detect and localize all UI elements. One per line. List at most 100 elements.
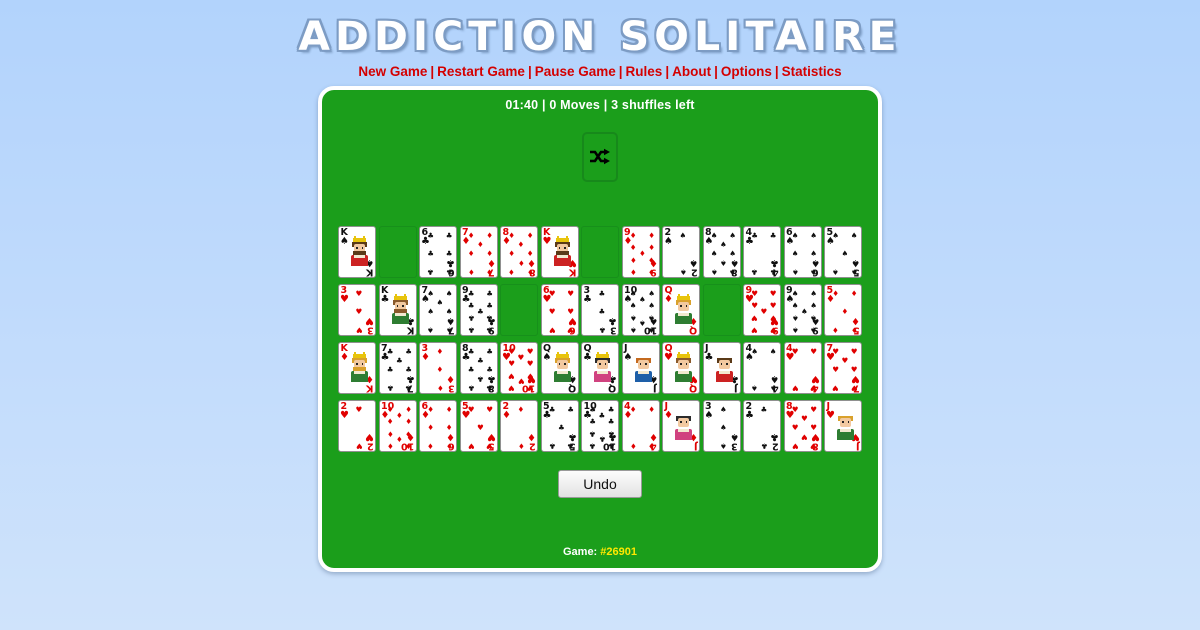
card-cell: 10 ♠ 10 ♠ ♠ ♠ ♠ ♠ ♠ ♠ ♠ ♠ ♠ ♠ xyxy=(621,284,663,342)
undo-button[interactable]: Undo xyxy=(558,470,642,498)
menu-statistics[interactable]: Statistics xyxy=(782,64,842,79)
playing-card[interactable]: 3 ♣ 3 ♣ ♣ ♣ ♣ xyxy=(581,284,619,336)
playing-card[interactable]: 4 ♦ 4 ♦ ♦ ♦ ♦ ♦ xyxy=(621,400,660,452)
card-pip: ♣ xyxy=(548,404,556,414)
menu-pause-game[interactable]: Pause Game xyxy=(535,64,616,79)
playing-card[interactable]: 3 ♦ 3 ♦ ♦ ♦ ♦ xyxy=(419,342,457,394)
card-pip: ♣ xyxy=(467,325,475,335)
face-eyes xyxy=(558,363,566,365)
playing-card[interactable]: Q ♦ Q ♦ xyxy=(662,284,700,336)
shuffle-button[interactable] xyxy=(582,132,618,182)
playing-card[interactable]: 2 ♠ 2 ♠ ♠ ♠ xyxy=(662,226,700,278)
playing-card[interactable]: J ♦ J ♦ xyxy=(662,400,700,452)
menu-options[interactable]: Options xyxy=(721,64,772,79)
card-pip: ♠ xyxy=(720,240,727,250)
playing-card[interactable]: J ♠ J ♠ xyxy=(621,342,660,394)
card-pip: ♣ xyxy=(751,267,758,277)
playing-card[interactable]: 9 ♦ 9 ♦ ♦ ♦ ♦ ♦ ♦ ♦ ♦ ♦ ♦ xyxy=(621,226,660,278)
card-pip: ♦ xyxy=(629,230,637,240)
card-pip: ♦ xyxy=(467,248,475,258)
playing-card[interactable]: J ♥ J ♥ xyxy=(824,400,862,452)
playing-card[interactable]: K ♣ K ♣ xyxy=(378,284,417,336)
playing-card[interactable]: 3 ♥ 3 ♥ ♥ ♥ ♥ xyxy=(338,284,376,336)
playing-card[interactable]: 8 ♦ 8 ♦ ♦ ♦ ♦ ♦ ♦ ♦ ♦ ♦ xyxy=(500,226,538,278)
card-pip: ♠ xyxy=(751,383,758,393)
card-pip: ♣ xyxy=(607,429,615,439)
card-pip: ♥ xyxy=(526,371,534,381)
card-pips: ♠ ♠ ♠ ♠ ♠ xyxy=(832,230,857,276)
playing-card[interactable]: 4 ♣ 4 ♣ ♣ ♣ ♣ ♣ xyxy=(743,226,781,278)
card-face-figure xyxy=(350,352,369,382)
playing-card[interactable]: 4 ♠ 4 ♠ ♠ ♠ ♠ ♠ xyxy=(743,342,781,394)
menu-about[interactable]: About xyxy=(672,64,711,79)
playing-card[interactable]: 7 ♦ 7 ♦ ♦ ♦ ♦ ♦ ♦ ♦ ♦ xyxy=(459,226,498,278)
playing-card[interactable]: 2 ♥ 2 ♥ ♥ ♥ xyxy=(338,400,376,452)
playing-card[interactable]: 2 ♦ 2 ♦ ♦ ♦ xyxy=(500,400,538,452)
playing-card[interactable]: 9 ♥ 9 ♥ ♥ ♥ ♥ ♥ ♥ ♥ ♥ ♥ ♥ xyxy=(743,284,781,336)
playing-card[interactable]: 10 ♦ 10 ♦ ♦ ♦ ♦ ♦ ♦ ♦ ♦ ♦ ♦ ♦ xyxy=(378,400,417,452)
menu-rules[interactable]: Rules xyxy=(626,64,663,79)
playing-card[interactable]: 10 ♥ 10 ♥ ♥ ♥ ♥ ♥ ♥ ♥ ♥ ♥ ♥ ♥ xyxy=(500,342,538,394)
playing-card[interactable]: Q ♣ Q ♣ xyxy=(581,342,619,394)
card-pip: ♣ xyxy=(567,404,574,414)
face-eyes xyxy=(842,421,849,423)
playing-card[interactable]: Q ♠ Q ♠ xyxy=(540,342,579,394)
card-pip: ♠ xyxy=(810,267,817,277)
card-face-figure xyxy=(553,236,572,266)
playing-card[interactable]: 7 ♥ 7 ♥ ♥ ♥ ♥ ♥ ♥ ♥ ♥ xyxy=(824,342,862,394)
playing-card[interactable]: 5 ♥ 5 ♥ ♥ ♥ ♥ ♥ ♥ xyxy=(459,400,498,452)
playing-card[interactable]: 9 ♣ 9 ♣ ♣ ♣ ♣ ♣ ♣ ♣ ♣ ♣ ♣ xyxy=(459,284,498,336)
empty-slot[interactable] xyxy=(581,226,619,278)
face-collar xyxy=(718,371,730,374)
card-cell: 3 ♦ 3 ♦ ♦ ♦ ♦ xyxy=(419,342,460,400)
playing-card[interactable]: 6 ♠ 6 ♠ ♠ ♠ ♠ ♠ ♠ ♠ xyxy=(783,226,822,278)
playing-card[interactable]: Q ♥ Q ♥ xyxy=(662,342,700,394)
card-pip: ♣ xyxy=(467,288,475,298)
playing-card[interactable]: 9 ♠ 9 ♠ ♠ ♠ ♠ ♠ ♠ ♠ ♠ ♠ ♠ xyxy=(783,284,822,336)
empty-slot[interactable] xyxy=(702,284,741,336)
playing-card[interactable]: 10 ♠ 10 ♠ ♠ ♠ ♠ ♠ ♠ ♠ ♠ ♠ ♠ ♠ xyxy=(621,284,660,336)
menu-new-game[interactable]: New Game xyxy=(358,64,427,79)
playing-card[interactable]: 5 ♣ 5 ♣ ♣ ♣ ♣ ♣ ♣ xyxy=(540,400,579,452)
playing-card[interactable]: 10 ♣ 10 ♣ ♣ ♣ ♣ ♣ ♣ ♣ ♣ ♣ ♣ ♣ xyxy=(581,400,619,452)
playing-card[interactable]: 8 ♥ 8 ♥ ♥ ♥ ♥ ♥ ♥ ♥ ♥ ♥ xyxy=(783,400,822,452)
card-pip: ♣ xyxy=(558,422,565,432)
playing-card[interactable]: K ♦ K ♦ xyxy=(338,342,376,394)
card-pip: ♠ xyxy=(791,325,799,335)
playing-card[interactable]: 6 ♦ 6 ♦ ♦ ♦ ♦ ♦ ♦ ♦ xyxy=(419,400,457,452)
playing-card[interactable]: J ♣ J ♣ xyxy=(702,342,741,394)
card-cell: 3 ♣ 3 ♣ ♣ ♣ ♣ xyxy=(581,284,622,342)
playing-card[interactable]: 5 ♠ 5 ♠ ♠ ♠ ♠ ♠ ♠ xyxy=(824,226,862,278)
playing-card[interactable]: 7 ♠ 7 ♠ ♠ ♠ ♠ ♠ ♠ ♠ ♠ xyxy=(419,284,457,336)
card-pip: ♣ xyxy=(607,441,615,451)
playing-card[interactable]: 3 ♠ 3 ♠ ♠ ♠ ♠ xyxy=(702,400,741,452)
card-pip: ♥ xyxy=(850,346,858,356)
playing-card[interactable]: K ♥ K ♥ xyxy=(540,226,579,278)
playing-card[interactable]: 5 ♦ 5 ♦ ♦ ♦ ♦ ♦ ♦ xyxy=(824,284,862,336)
playing-card[interactable]: K ♠ K ♠ xyxy=(338,226,376,278)
card-cell xyxy=(500,284,541,342)
empty-slot[interactable] xyxy=(378,226,417,278)
playing-card[interactable]: 8 ♣ 8 ♣ ♣ ♣ ♣ ♣ ♣ ♣ ♣ ♣ xyxy=(459,342,498,394)
playing-card[interactable]: 8 ♠ 8 ♠ ♠ ♠ ♠ ♠ ♠ ♠ ♠ ♠ xyxy=(702,226,741,278)
card-pips: ♣ ♣ ♣ ♣ ♣ ♣ xyxy=(427,230,453,277)
playing-card[interactable]: 7 ♣ 7 ♣ ♣ ♣ ♣ ♣ ♣ ♣ ♣ xyxy=(378,342,417,394)
playing-card[interactable]: 2 ♣ 2 ♣ ♣ ♣ xyxy=(743,400,781,452)
playing-card[interactable]: 4 ♥ 4 ♥ ♥ ♥ ♥ ♥ xyxy=(783,342,822,394)
card-pip: ♠ xyxy=(639,295,646,305)
card-pip: ♥ xyxy=(751,300,758,310)
card-pip: ♥ xyxy=(751,325,758,335)
card-pip: ♣ xyxy=(445,267,453,277)
card-pip: ♥ xyxy=(769,325,777,335)
playing-card[interactable]: 6 ♥ 6 ♥ ♥ ♥ ♥ ♥ ♥ ♥ xyxy=(540,284,579,336)
card-suit-top: ♥ xyxy=(826,410,835,421)
menu-restart-game[interactable]: Restart Game xyxy=(437,64,525,79)
card-pip: ♥ xyxy=(810,383,817,393)
empty-slot[interactable] xyxy=(500,284,538,336)
card-pip: ♠ xyxy=(841,248,849,258)
playing-card[interactable]: 6 ♣ 6 ♣ ♣ ♣ ♣ ♣ ♣ ♣ xyxy=(419,226,457,278)
card-face-figure xyxy=(836,412,855,440)
card-pip: ♣ xyxy=(598,306,606,316)
menu-separator: | xyxy=(618,64,623,79)
card-cell: 9 ♠ 9 ♠ ♠ ♠ ♠ ♠ ♠ ♠ ♠ ♠ ♠ xyxy=(783,284,825,342)
